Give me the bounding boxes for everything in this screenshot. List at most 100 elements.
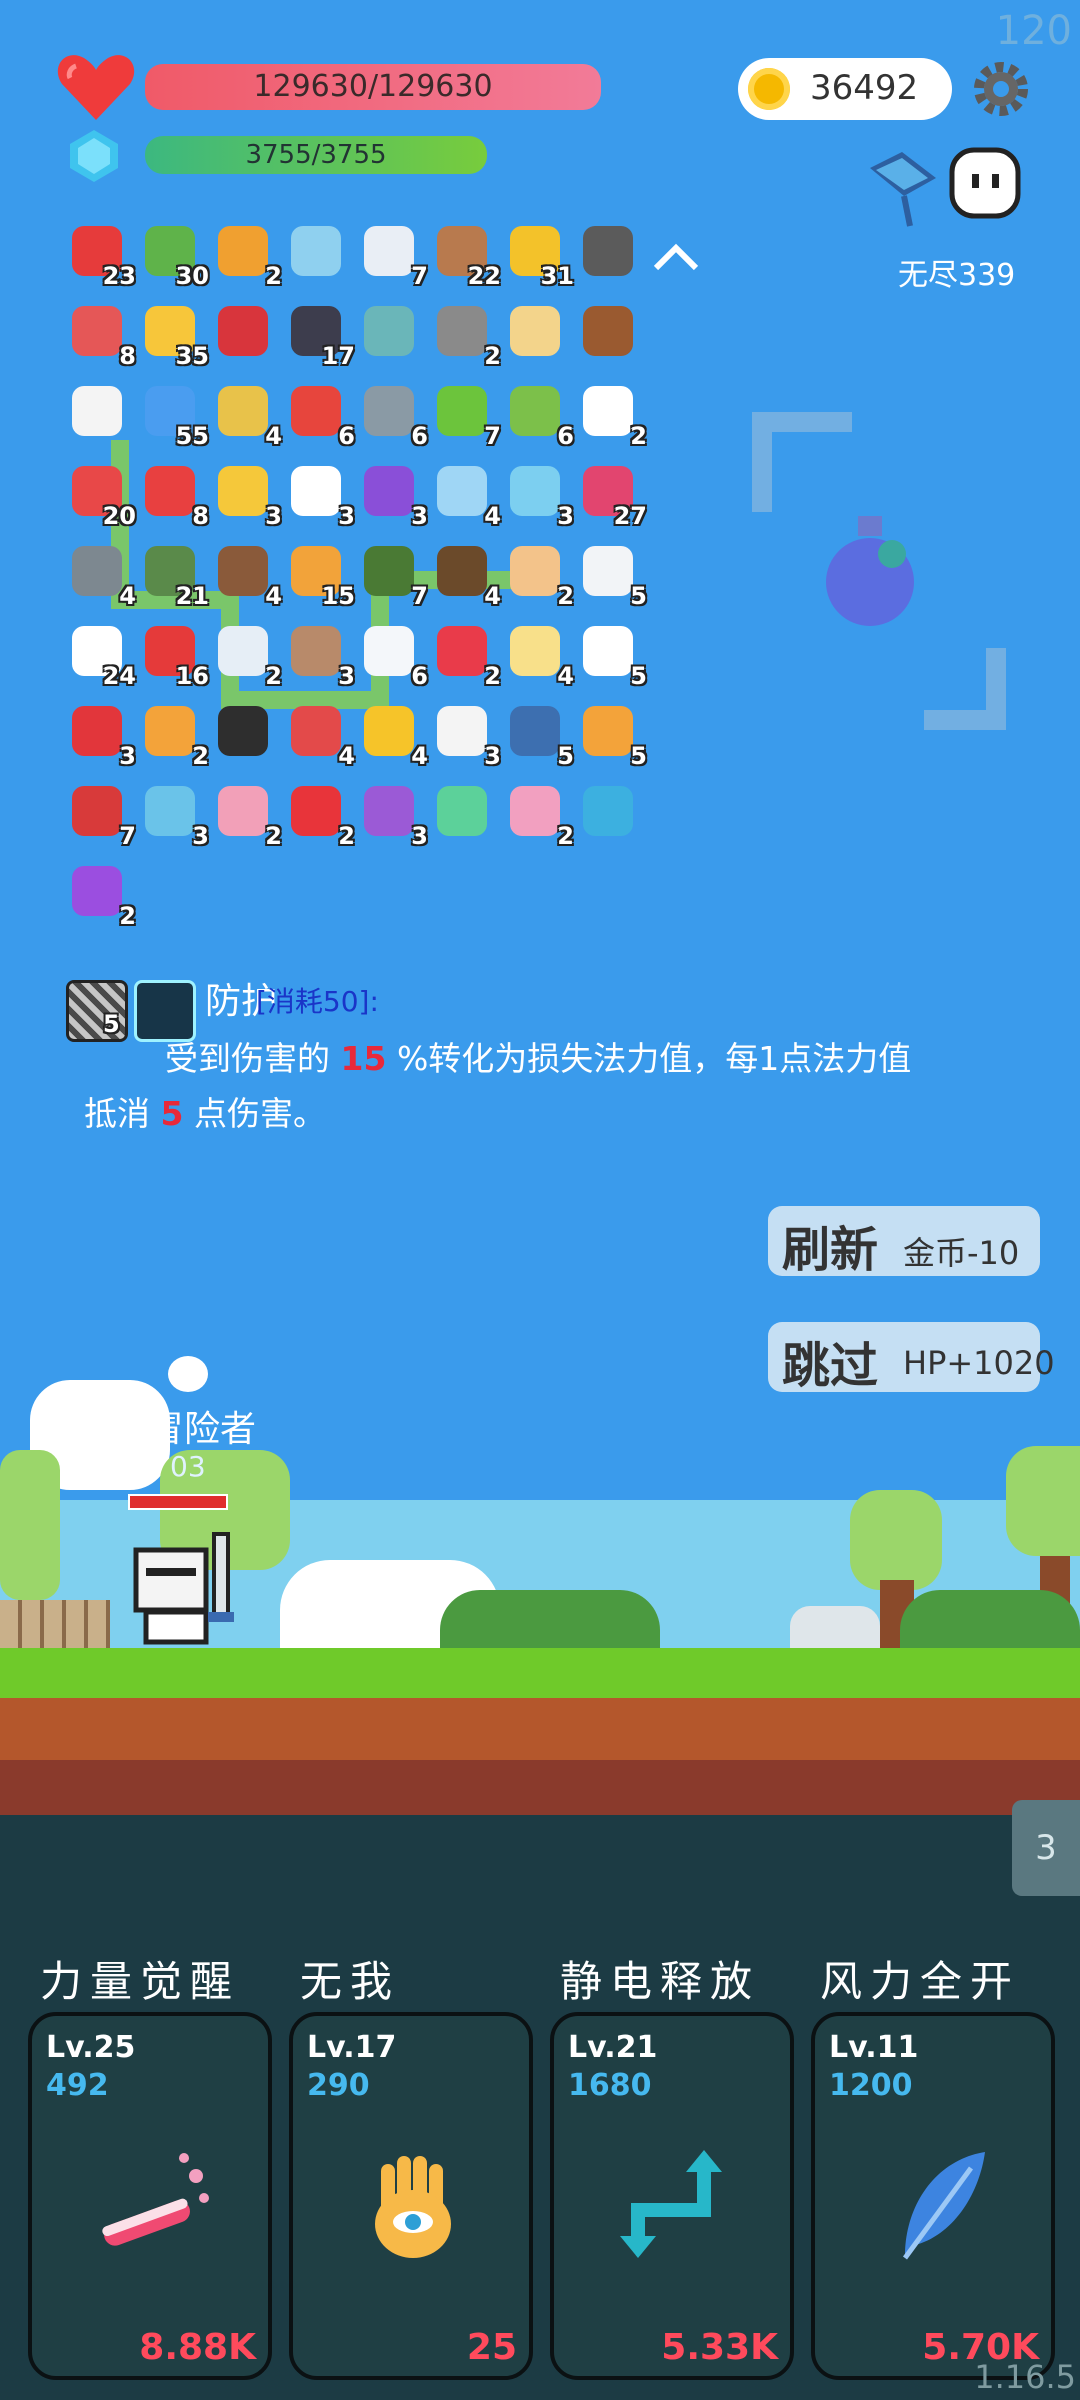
inventory-item[interactable]: 2 xyxy=(212,782,282,850)
inventory-item[interactable]: 30 xyxy=(139,222,209,290)
inventory-item[interactable]: 4 xyxy=(212,382,282,450)
inventory-item[interactable]: 6 xyxy=(358,382,428,450)
inventory-item[interactable] xyxy=(212,302,274,364)
inventory-item[interactable]: 3 xyxy=(66,702,136,770)
inventory-item[interactable]: 35 xyxy=(139,302,209,370)
skill-level: Lv.17 xyxy=(307,2030,397,2065)
inventory-item[interactable]: 4 xyxy=(431,542,501,610)
refresh-button[interactable]: 刷新 金币-10 xyxy=(768,1206,1040,1278)
item-count: 3 xyxy=(265,502,282,530)
inventory-item[interactable] xyxy=(358,302,420,364)
inventory-item[interactable]: 3 xyxy=(358,782,428,850)
inventory-item[interactable]: 4 xyxy=(431,462,501,530)
inventory-item[interactable] xyxy=(504,302,566,364)
inventory-item[interactable]: 16 xyxy=(139,622,209,690)
bookmark-icon xyxy=(291,786,341,836)
inventory-item[interactable]: 2 xyxy=(285,782,355,850)
inventory-item[interactable]: 4 xyxy=(285,702,355,770)
inventory-item[interactable]: 2 xyxy=(139,702,209,770)
inventory-item[interactable]: 8 xyxy=(66,302,136,370)
inventory-item[interactable]: 2 xyxy=(212,622,282,690)
cloud xyxy=(168,1356,208,1392)
inventory-item[interactable]: 3 xyxy=(431,702,501,770)
inventory-item[interactable] xyxy=(66,382,128,444)
collapse-chevron-icon[interactable] xyxy=(652,242,700,272)
mortar-icon xyxy=(583,226,633,276)
inventory-item[interactable]: 4 xyxy=(504,622,574,690)
inventory-item[interactable]: 5 xyxy=(577,622,647,690)
glove-icon xyxy=(510,546,560,596)
skip-button[interactable]: 跳过 HP+1020 xyxy=(768,1322,1055,1394)
skill-card-power-awaken[interactable]: Lv.25 492 8.88K xyxy=(28,2012,272,2380)
gift-icon xyxy=(291,386,341,436)
inventory-item[interactable]: 4 xyxy=(66,542,136,610)
inventory-item[interactable]: 3 xyxy=(212,462,282,530)
ghost-pet-icon[interactable] xyxy=(948,146,1022,220)
cloud-icon xyxy=(364,626,414,676)
inventory-item[interactable]: 2 xyxy=(577,382,647,450)
item-count: 6 xyxy=(411,662,428,690)
inventory-item[interactable]: 5 xyxy=(577,542,647,610)
skill-card-full-wind[interactable]: Lv.11 1200 5.70K xyxy=(811,2012,1055,2380)
inventory-item[interactable]: 5 xyxy=(504,702,574,770)
inventory-item[interactable]: 2 xyxy=(504,782,574,850)
inventory-item[interactable]: 2 xyxy=(431,302,501,370)
inventory-item[interactable]: 3 xyxy=(504,462,574,530)
inventory-item[interactable]: 2 xyxy=(504,542,574,610)
inventory-item[interactable]: 21 xyxy=(139,542,209,610)
inventory-item[interactable]: 6 xyxy=(504,382,574,450)
inventory-item[interactable]: 22 xyxy=(431,222,501,290)
settings-gear-icon[interactable] xyxy=(970,58,1032,120)
inventory-item[interactable]: 3 xyxy=(139,782,209,850)
inventory-item[interactable]: 23 xyxy=(66,222,136,290)
item-count: 35 xyxy=(175,342,209,370)
inventory-item[interactable]: 24 xyxy=(66,622,136,690)
inventory-item[interactable]: 5 xyxy=(577,702,647,770)
inventory-item[interactable] xyxy=(577,782,639,844)
item-count: 4 xyxy=(119,582,136,610)
sunflower-icon xyxy=(364,706,414,756)
inventory-item[interactable]: 7 xyxy=(431,382,501,450)
inventory-item[interactable]: 17 xyxy=(285,302,355,370)
inventory-item[interactable]: 3 xyxy=(285,622,355,690)
inventory-item[interactable] xyxy=(577,302,639,364)
purple-shield-icon xyxy=(364,786,414,836)
inventory-item[interactable]: 7 xyxy=(358,222,428,290)
inventory-item[interactable]: 8 xyxy=(139,462,209,530)
item-count: 3 xyxy=(484,742,501,770)
inventory-item[interactable]: 7 xyxy=(358,542,428,610)
inventory-item[interactable] xyxy=(431,782,493,844)
skill-card-static-discharge[interactable]: Lv.21 1680 5.33K xyxy=(550,2012,794,2380)
inventory-item[interactable] xyxy=(577,222,639,284)
inventory-item[interactable]: 27 xyxy=(577,462,647,530)
item-count: 4 xyxy=(557,662,574,690)
item-count: 17 xyxy=(321,342,355,370)
version-label: 1.16.5 xyxy=(974,2358,1076,2396)
map-flag-icon[interactable] xyxy=(862,148,944,228)
inventory-item[interactable]: 7 xyxy=(66,782,136,850)
inventory-item[interactable]: 2 xyxy=(66,862,136,930)
ghost-icon xyxy=(291,466,341,516)
item-count: 8 xyxy=(192,502,209,530)
inventory-item[interactable] xyxy=(285,222,347,284)
item-count: 2 xyxy=(192,742,209,770)
inventory-item[interactable]: 20 xyxy=(66,462,136,530)
inventory-item[interactable]: 6 xyxy=(285,382,355,450)
inventory-item[interactable]: 2 xyxy=(212,222,282,290)
inventory-item[interactable]: 4 xyxy=(358,702,428,770)
item-count: 24 xyxy=(102,662,136,690)
knight-hero[interactable] xyxy=(126,1528,242,1652)
inventory-item[interactable]: 3 xyxy=(358,462,428,530)
inventory-item[interactable]: 2 xyxy=(431,622,501,690)
side-tab-badge[interactable]: 3 xyxy=(1012,1800,1080,1896)
blue-potion-icon[interactable] xyxy=(820,510,920,630)
inventory-item[interactable]: 4 xyxy=(212,542,282,610)
inventory-item[interactable]: 6 xyxy=(358,622,428,690)
inventory-item[interactable] xyxy=(212,702,274,764)
skill-card-selfless[interactable]: Lv.17 290 25 xyxy=(289,2012,533,2380)
inventory-item[interactable]: 3 xyxy=(285,462,355,530)
inventory-item[interactable]: 15 xyxy=(285,542,355,610)
item-count: 5 xyxy=(630,662,647,690)
inventory-item[interactable]: 55 xyxy=(139,382,209,450)
inventory-item[interactable]: 31 xyxy=(504,222,574,290)
